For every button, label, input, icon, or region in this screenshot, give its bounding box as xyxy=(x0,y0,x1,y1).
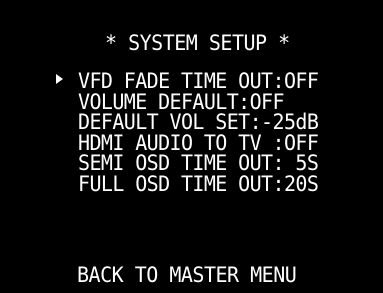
menu-item-label: VFD FADE TIME OUT:OFF xyxy=(78,67,319,94)
menu-title: * SYSTEM SETUP * xyxy=(105,29,290,56)
menu-item-vfd-fade-time-out[interactable]: VFD FADE TIME OUT:OFF xyxy=(54,67,319,94)
menu-item-semi-osd-time-out[interactable]: SEMI OSD TIME OUT: 5S xyxy=(54,149,319,176)
menu-item-label: DEFAULT VOL SET:-25dB xyxy=(78,108,319,135)
menu-item-default-vol-set[interactable]: DEFAULT VOL SET:-25dB xyxy=(54,108,319,135)
osd-screen: * SYSTEM SETUP * VFD FADE TIME OUT:OFF V… xyxy=(0,0,383,293)
setup-menu: VFD FADE TIME OUT:OFF VOLUME DEFAULT:OFF… xyxy=(54,67,319,196)
menu-item-full-osd-time-out[interactable]: FULL OSD TIME OUT:20S xyxy=(54,170,319,196)
menu-item-label: FULL OSD TIME OUT:20S xyxy=(78,170,319,196)
back-to-master-menu-button[interactable]: BACK TO MASTER MENU xyxy=(77,264,297,285)
menu-item-label: SEMI OSD TIME OUT: 5S xyxy=(78,149,319,176)
